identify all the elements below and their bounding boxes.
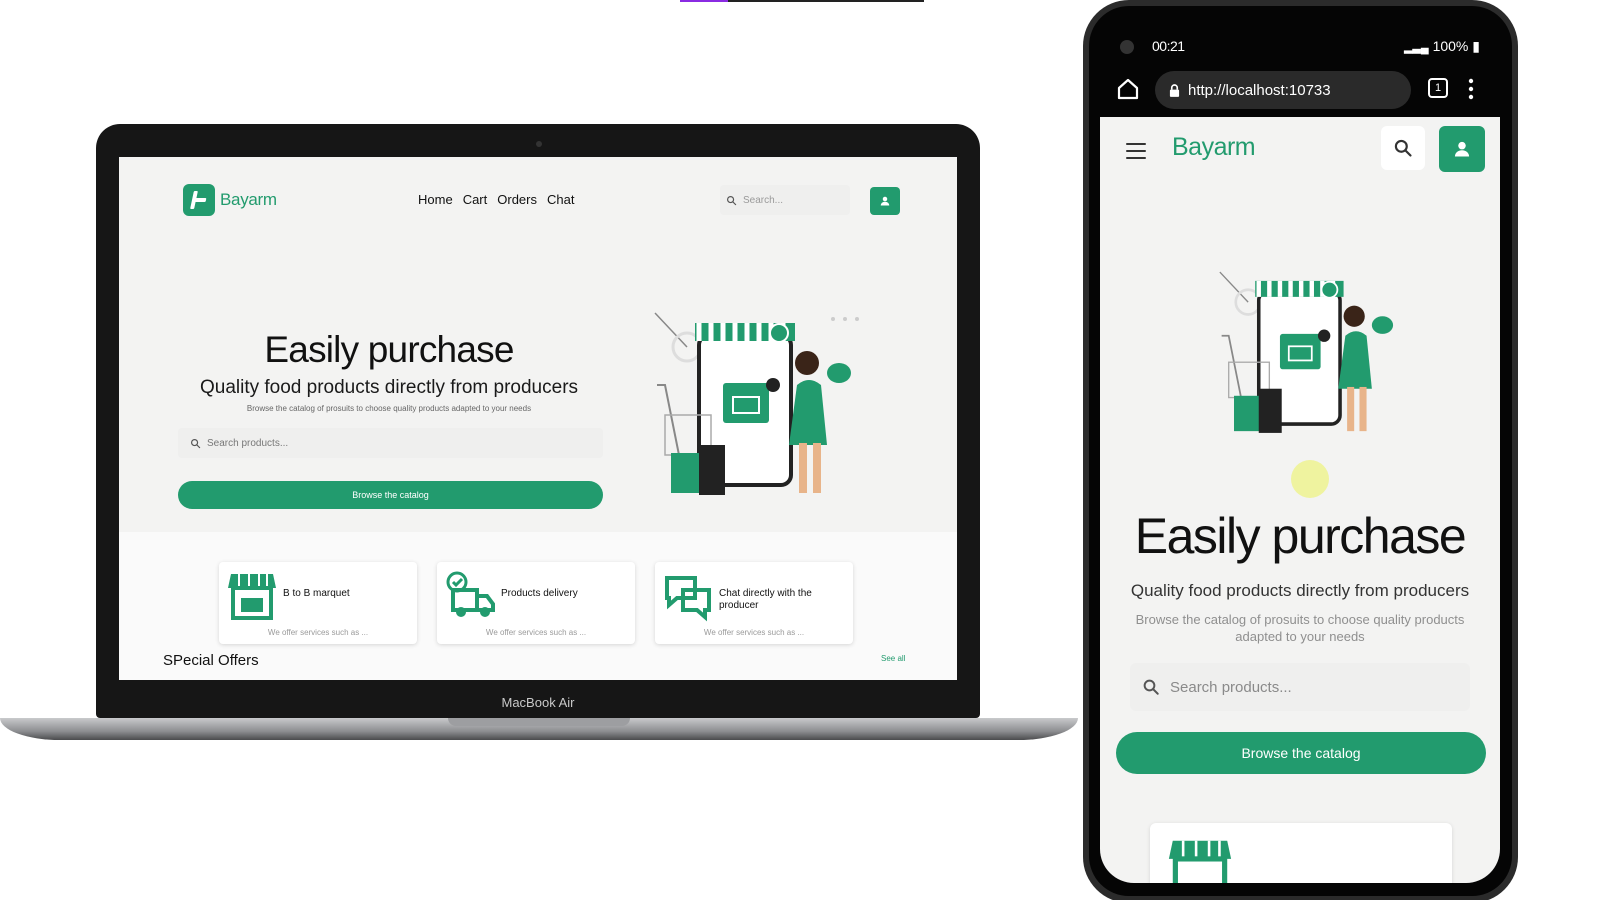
nav-link-home[interactable]: Home bbox=[418, 192, 453, 207]
hero-title: Easily purchase bbox=[264, 329, 514, 370]
browser-tabs-button[interactable]: 1 bbox=[1428, 78, 1448, 98]
mobile-screen: Bayarm Easily purchase Quality food prod… bbox=[1100, 117, 1500, 883]
signal-icon: ▂▃▄ bbox=[1403, 42, 1429, 54]
desktop-nav-links: Home Cart Orders Chat bbox=[418, 192, 574, 207]
service-title: B to B marquet bbox=[283, 588, 350, 599]
more-vertical-icon[interactable] bbox=[1468, 78, 1474, 100]
mobile-hero-subtitle: Quality food products directly from prod… bbox=[1130, 581, 1470, 600]
battery-icon: ▮ bbox=[1472, 38, 1480, 54]
search-placeholder: Search... bbox=[743, 194, 784, 206]
chat-bubbles-icon bbox=[665, 576, 711, 622]
desktop-nav-search-input[interactable]: Search... bbox=[720, 185, 850, 215]
mobile-user-account-button[interactable] bbox=[1439, 126, 1485, 172]
phone-status-bar: 00:21 ▂▃▄ 100% ▮ bbox=[1114, 38, 1488, 58]
service-subtitle: We offer services such as ... bbox=[703, 628, 805, 637]
battery-level: 100% bbox=[1432, 38, 1469, 54]
shopping-illustration bbox=[1219, 271, 1394, 433]
service-subtitle: We offer services such as ... bbox=[485, 628, 587, 637]
service-card-chat[interactable]: Chat directly with the producer We offer… bbox=[655, 562, 853, 644]
search-icon bbox=[1143, 679, 1159, 695]
store-icon bbox=[1168, 840, 1232, 883]
nav-link-cart[interactable]: Cart bbox=[463, 192, 488, 207]
device-mockup-stage: MacBook Air Bayarm Home Cart Orders Chat… bbox=[0, 0, 1600, 900]
hamburger-menu-icon[interactable] bbox=[1126, 143, 1146, 159]
mobile-search-input[interactable]: Search products... bbox=[1130, 663, 1470, 711]
mobile-search-placeholder: Search products... bbox=[1170, 678, 1292, 696]
laptop-notch bbox=[448, 718, 630, 726]
desktop-navbar: Bayarm Home Cart Orders Chat Search... bbox=[119, 157, 957, 237]
mobile-hero-title: Easily purchase bbox=[1134, 508, 1467, 564]
service-card-delivery[interactable]: Products delivery We offer services such… bbox=[437, 562, 635, 644]
laptop-camera bbox=[536, 141, 542, 147]
service-title: Chat directly with the producer bbox=[719, 588, 812, 611]
user-icon bbox=[880, 196, 890, 206]
search-icon bbox=[727, 195, 737, 205]
brand-logo-icon bbox=[183, 184, 215, 216]
see-all-link[interactable]: See all bbox=[881, 654, 905, 663]
user-account-button[interactable] bbox=[870, 187, 900, 215]
hero-description: Browse the catalog of prosuits to choose… bbox=[246, 404, 532, 413]
mobile-hero-description: Browse the catalog of prosuits to choose… bbox=[1135, 612, 1465, 644]
top-decoration-line bbox=[680, 0, 924, 2]
mobile-brand-name[interactable]: Bayarm bbox=[1172, 133, 1256, 162]
hero-subtitle: Quality food products directly from prod… bbox=[199, 377, 579, 398]
shopping-illustration bbox=[654, 312, 859, 495]
brand-name: Bayarm bbox=[220, 190, 277, 209]
service-title: Products delivery bbox=[501, 588, 578, 599]
lock-icon bbox=[1169, 83, 1180, 97]
hero-search-placeholder: Search products... bbox=[207, 437, 289, 449]
status-battery: ▂▃▄ 100% ▮ bbox=[1404, 38, 1480, 55]
nav-link-orders[interactable]: Orders bbox=[497, 192, 537, 207]
service-card-b2b[interactable]: B to B marquet We offer services such as… bbox=[219, 562, 417, 644]
browser-url-bar[interactable]: http://localhost:10733 bbox=[1155, 71, 1411, 109]
notification-icon bbox=[1120, 40, 1134, 54]
special-offers-heading: SPecial Offers bbox=[163, 652, 259, 669]
status-time: 00:21 bbox=[1152, 38, 1185, 54]
browse-catalog-button[interactable]: Browse the catalog bbox=[178, 481, 603, 509]
service-subtitle: We offer services such as ... bbox=[267, 628, 369, 637]
desktop-logo[interactable]: Bayarm bbox=[183, 184, 277, 216]
desktop-screen: Bayarm Home Cart Orders Chat Search... E… bbox=[119, 157, 957, 680]
hero-search-input[interactable]: Search products... bbox=[178, 428, 603, 458]
search-icon bbox=[191, 438, 201, 448]
nav-link-chat[interactable]: Chat bbox=[547, 192, 574, 207]
delivery-truck-icon bbox=[446, 571, 495, 617]
user-icon bbox=[1454, 141, 1470, 157]
touch-indicator bbox=[1291, 460, 1329, 498]
store-icon bbox=[228, 574, 276, 620]
mobile-service-card[interactable] bbox=[1150, 823, 1452, 883]
browser-url-text: http://localhost:10733 bbox=[1188, 81, 1331, 99]
mobile-search-button[interactable] bbox=[1381, 126, 1425, 170]
search-icon bbox=[1394, 139, 1412, 157]
laptop-model-label: MacBook Air bbox=[501, 695, 575, 710]
mobile-browse-catalog-button[interactable]: Browse the catalog bbox=[1116, 732, 1486, 774]
home-icon[interactable] bbox=[1116, 77, 1140, 101]
